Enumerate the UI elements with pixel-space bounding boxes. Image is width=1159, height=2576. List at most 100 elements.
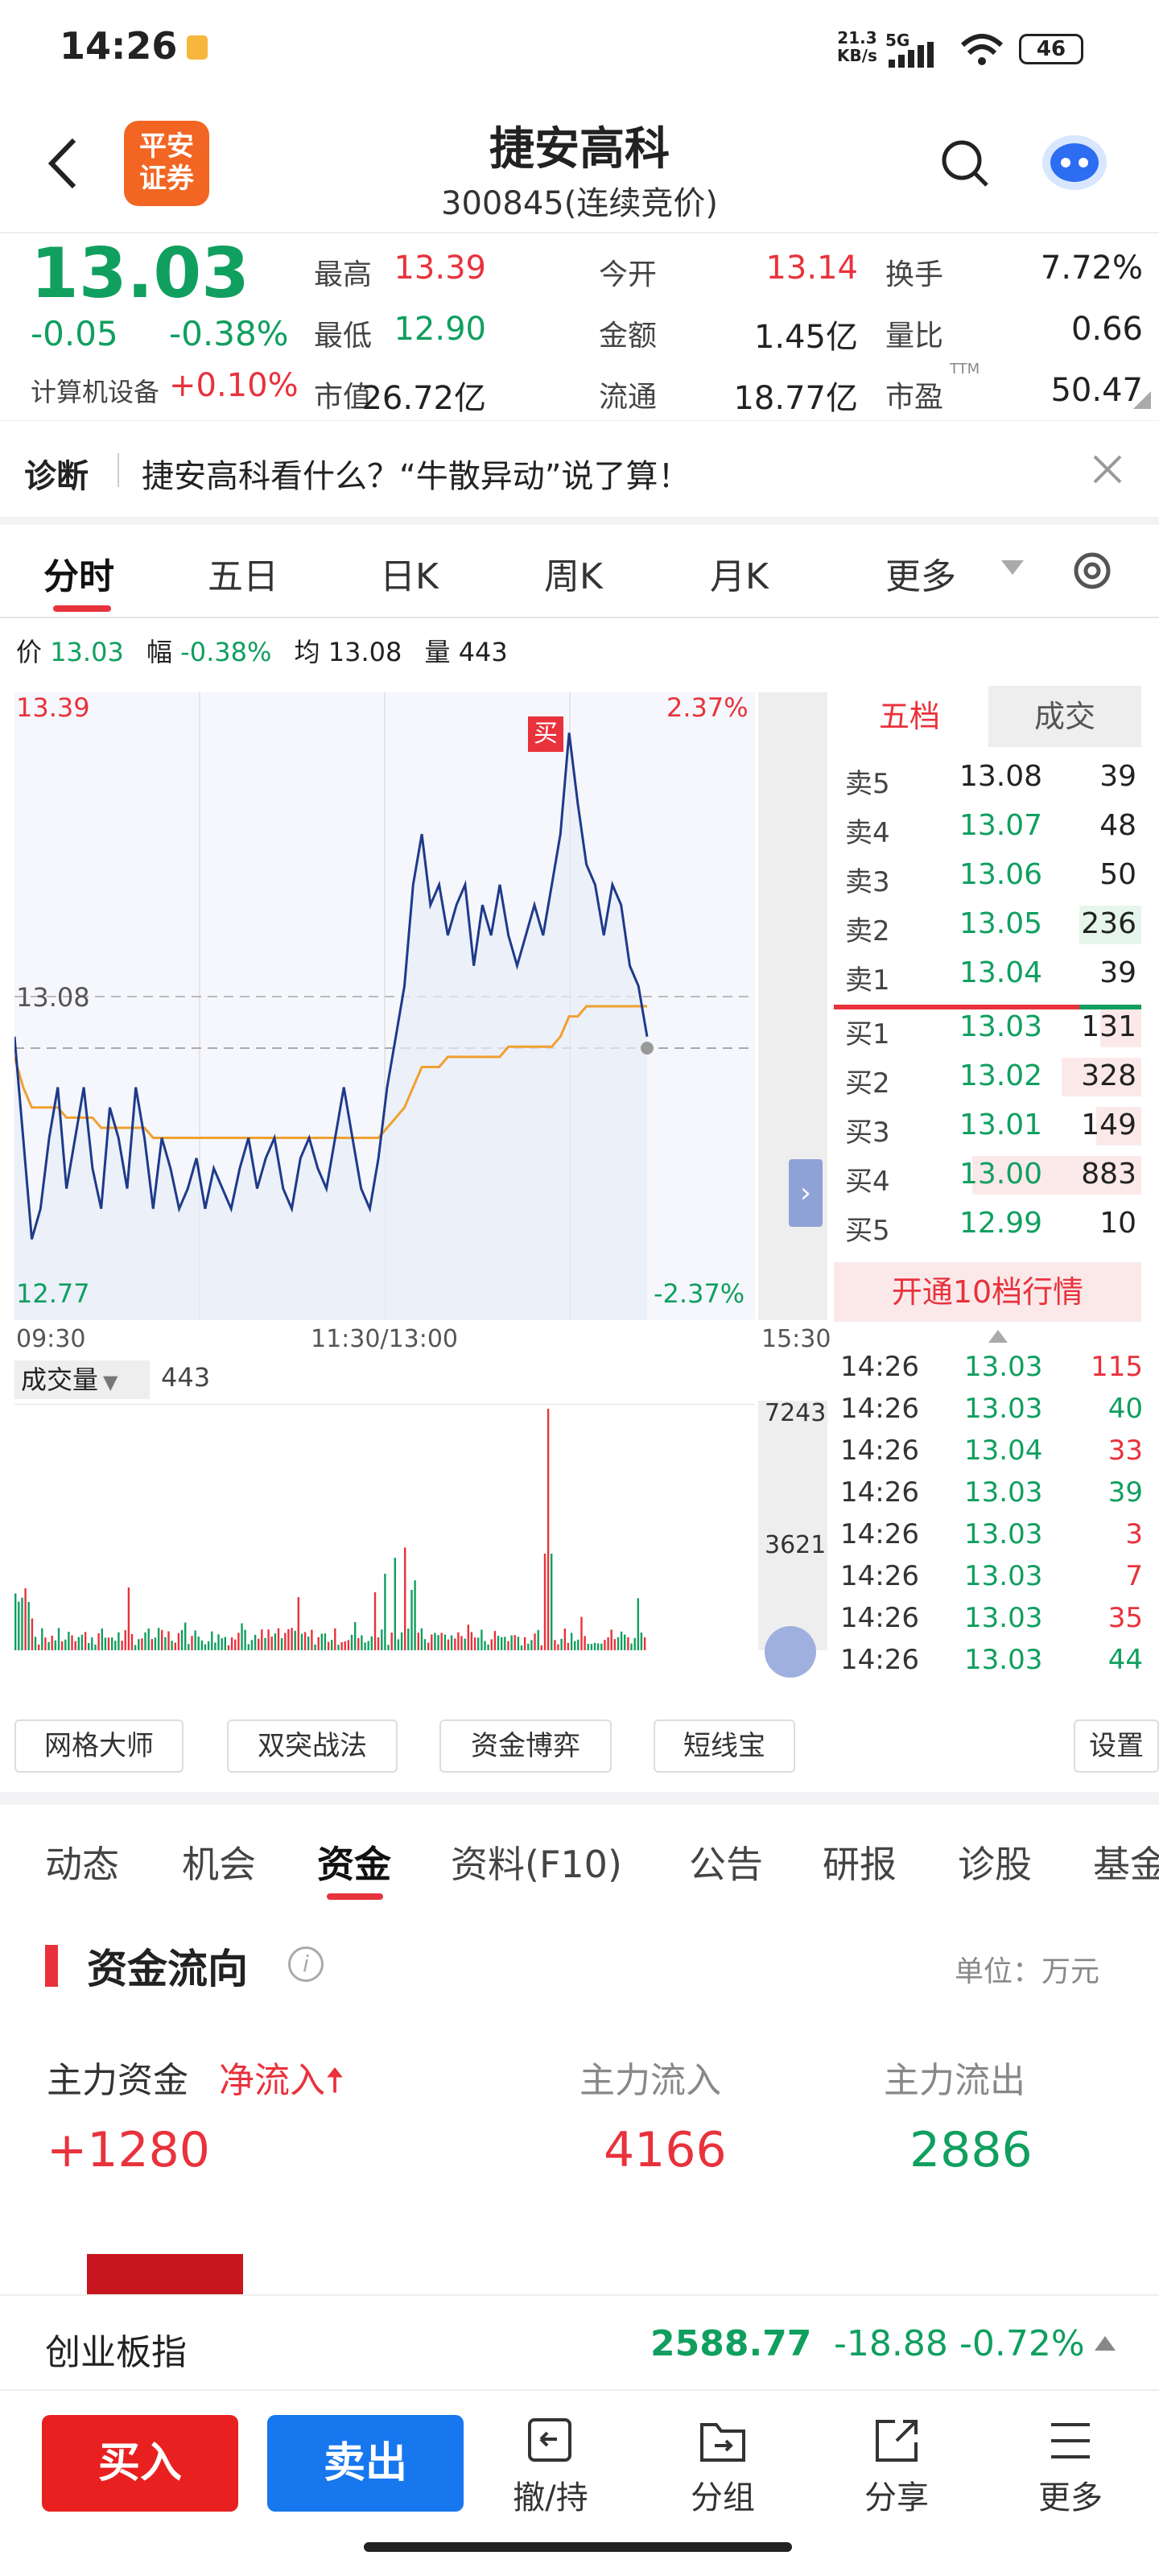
- volume-value: 443: [161, 1362, 211, 1393]
- trade-time: 14:26: [840, 1644, 919, 1676]
- ttm-superscript: TTM: [950, 361, 980, 378]
- diagnosis-banner[interactable]: 诊断 捷安高科看什么？“牛散异动”说了算！: [0, 420, 1159, 517]
- volume-bar: [370, 1636, 373, 1650]
- subtab-opportunity[interactable]: 机会: [182, 1835, 256, 1889]
- volume-bar: [510, 1635, 513, 1650]
- tool-double-breakout-button[interactable]: 双突战法: [227, 1719, 398, 1773]
- book-price: 12.99: [959, 1207, 1043, 1240]
- upgrade-10-level-button[interactable]: 开通10档行情: [834, 1262, 1141, 1322]
- bid-row[interactable]: 买2 13.02 328: [834, 1055, 1141, 1100]
- sell-button[interactable]: 卖出: [267, 2415, 464, 2512]
- trade-row: 14:26 13.03 40: [840, 1393, 1146, 1433]
- volume-bar: [101, 1629, 103, 1650]
- bid-row[interactable]: 买1 13.03 131: [834, 1005, 1141, 1051]
- volume-bar: [457, 1632, 460, 1650]
- last-price-dot: [641, 1042, 654, 1055]
- quote-value: 7.72%: [1040, 250, 1143, 287]
- tab-intraday[interactable]: 分时: [43, 547, 114, 599]
- subtab-profile[interactable]: 资料(F10): [451, 1835, 622, 1889]
- tool-grid-master-button[interactable]: 网格大师: [14, 1719, 184, 1773]
- volume-bar: [357, 1637, 360, 1650]
- tab-monthly-k[interactable]: 月K: [710, 547, 769, 599]
- ask-row[interactable]: 卖5 13.08 39: [834, 755, 1141, 800]
- bid-row[interactable]: 买3 13.01 149: [834, 1104, 1141, 1149]
- info-subtabs: 动态 机会 资金 资料(F10) 公告 研报 诊股 基金: [0, 1803, 1159, 1908]
- chevron-up-icon[interactable]: [1095, 2336, 1116, 2351]
- ask-row[interactable]: 卖3 13.06 50: [834, 853, 1141, 898]
- chevron-up-icon[interactable]: [988, 1330, 1008, 1343]
- subtab-news[interactable]: 动态: [45, 1835, 119, 1889]
- volume-bar: [34, 1637, 37, 1650]
- subtab-capital[interactable]: 资金: [317, 1835, 391, 1889]
- fullscreen-icon[interactable]: [765, 1626, 816, 1678]
- volume-bar: [637, 1598, 639, 1650]
- trade-volume: 115: [1091, 1351, 1143, 1383]
- volume-bar: [277, 1628, 280, 1650]
- volume-bar: [387, 1645, 390, 1650]
- volume-bar: [164, 1637, 167, 1650]
- book-price: 13.06: [959, 858, 1043, 891]
- volume-bar: [454, 1638, 456, 1650]
- tab-trades[interactable]: 成交: [988, 686, 1141, 747]
- buy-marker[interactable]: 买: [528, 716, 563, 752]
- volume-bar: [373, 1591, 377, 1650]
- nav-cancel-hold[interactable]: 撤/持: [502, 2471, 599, 2518]
- price-chart[interactable]: [14, 692, 755, 1320]
- sector-name[interactable]: 计算机设备: [31, 372, 159, 409]
- nav-more[interactable]: 更多: [1022, 2471, 1119, 2518]
- volume-bar: [470, 1632, 473, 1650]
- subtab-announcement[interactable]: 公告: [689, 1835, 763, 1889]
- home-indicator[interactable]: [364, 2542, 792, 2552]
- subtab-fund[interactable]: 基金: [1093, 1835, 1159, 1889]
- expand-arrow-icon[interactable]: ›: [789, 1159, 823, 1227]
- intraday-chart-area[interactable]: 13.39 2.37% 13.08 12.77 -2.37% 买 › 09:30…: [0, 676, 831, 1699]
- subtab-research[interactable]: 研报: [823, 1835, 897, 1889]
- robot-assistant-icon[interactable]: [1038, 129, 1111, 193]
- tab-five-level[interactable]: 五档: [834, 686, 985, 747]
- tab-five-day[interactable]: 五日: [208, 547, 278, 599]
- close-icon[interactable]: [1091, 453, 1124, 485]
- main-inflow-value: 4166: [604, 2122, 727, 2178]
- tool-short-line-button[interactable]: 短线宝: [654, 1719, 795, 1773]
- gear-icon[interactable]: [1069, 547, 1116, 594]
- nav-group[interactable]: 分组: [674, 2471, 771, 2518]
- volume-bar: [64, 1639, 67, 1650]
- volume-bar: [174, 1642, 176, 1650]
- volume-indicator-select[interactable]: 成交量 ▼: [14, 1360, 150, 1399]
- nav-share[interactable]: 分享: [848, 2471, 945, 2518]
- tab-daily-k[interactable]: 日K: [380, 547, 439, 599]
- main-outflow-value: 2886: [909, 2122, 1033, 2178]
- trade-time: 14:26: [840, 1351, 919, 1383]
- volume-bar: [97, 1633, 100, 1650]
- ask-row[interactable]: 卖2 13.05 236: [834, 902, 1141, 947]
- volume-bar: [154, 1637, 157, 1650]
- trade-time: 14:26: [840, 1518, 919, 1550]
- book-price: 13.08: [959, 760, 1043, 793]
- ask-row[interactable]: 卖4 13.07 48: [834, 804, 1141, 849]
- bid-row[interactable]: 买5 12.99 10: [834, 1202, 1141, 1247]
- volume-chart[interactable]: [14, 1404, 755, 1650]
- ask-row[interactable]: 卖1 13.04 39: [834, 952, 1141, 997]
- volume-bar: [60, 1641, 64, 1650]
- volume-bar: [80, 1634, 84, 1650]
- info-price: 13.03: [50, 637, 124, 667]
- bid-row[interactable]: 买4 13.00 883: [834, 1153, 1141, 1198]
- tab-weekly-k[interactable]: 周K: [544, 547, 603, 599]
- subtab-diagnosis[interactable]: 诊股: [958, 1835, 1032, 1889]
- volume-bar: [477, 1637, 480, 1650]
- tool-settings-button[interactable]: 设置: [1074, 1719, 1159, 1773]
- tab-more[interactable]: 更多: [885, 547, 956, 599]
- status-bar: 14:26 21.3 KB/s 5G 46: [0, 0, 1159, 97]
- index-ticker-bar[interactable]: 创业板指 2588.77 -18.88 -0.72%: [0, 2294, 1159, 2391]
- volume-bar: [610, 1629, 612, 1650]
- volume-bar: [557, 1644, 559, 1650]
- volume-bar: [221, 1638, 223, 1650]
- corner-triangle-icon[interactable]: [1133, 391, 1151, 409]
- search-icon[interactable]: [940, 138, 990, 188]
- chevron-down-icon[interactable]: [1001, 560, 1024, 576]
- tool-capital-game-button[interactable]: 资金博弈: [439, 1719, 612, 1773]
- volume-bar: [24, 1588, 27, 1650]
- buy-button[interactable]: 买入: [42, 2415, 238, 2512]
- info-icon[interactable]: i: [288, 1946, 324, 1982]
- volume-bar: [124, 1630, 126, 1650]
